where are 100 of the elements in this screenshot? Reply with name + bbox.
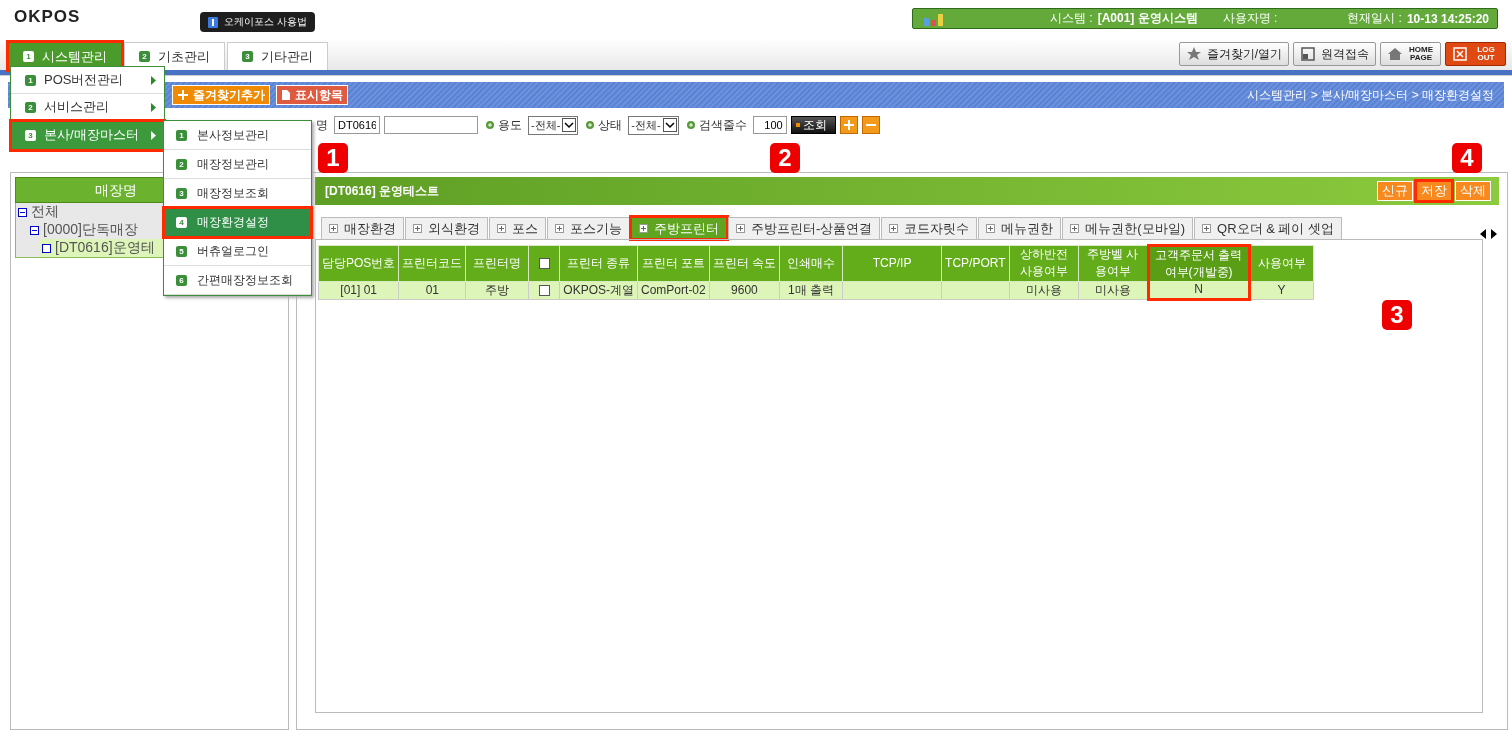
settings-tab[interactable]: QR오더 & 페이 셋업	[1194, 217, 1343, 239]
number-badge: 4	[176, 216, 187, 228]
step-number: 3	[1382, 300, 1412, 330]
field-label: 명	[316, 116, 328, 134]
menu-item[interactable]: 1 본사정보관리	[164, 121, 311, 150]
scroll-left-button[interactable]	[1478, 229, 1488, 239]
step-number: 2	[770, 143, 800, 173]
store-code-field[interactable]: DT0616	[334, 116, 380, 134]
column-header: 고객주문서 출력여부(개발중)	[1148, 245, 1249, 281]
store-name-field[interactable]	[384, 116, 478, 134]
column-header: 프린터 속도	[709, 245, 780, 281]
dropdown[interactable]: -전체-	[528, 115, 579, 135]
column-header: 인쇄매수	[779, 245, 843, 281]
logo: OKPOS	[14, 7, 82, 27]
number-badge: 2	[25, 101, 36, 113]
plus-box-icon	[639, 224, 648, 233]
column-header: TCP/PORT	[941, 245, 1009, 281]
row-checkbox[interactable]	[538, 284, 550, 296]
chevron-down-icon	[562, 118, 577, 132]
settings-tab[interactable]: 주방프린터-상품연결	[728, 217, 881, 239]
number-badge: 1	[176, 129, 187, 141]
number-badge: 3	[242, 51, 253, 62]
bar-chart-icon	[923, 11, 945, 26]
select-all-checkbox[interactable]	[538, 257, 550, 269]
document-icon	[281, 89, 291, 101]
number-badge: 2	[176, 158, 187, 170]
plus-circle-icon	[486, 121, 494, 129]
star-icon	[1185, 46, 1202, 62]
plus-box-icon	[1070, 224, 1080, 233]
display-items-button[interactable]: 표시항목	[276, 85, 348, 105]
menu-item[interactable]: 2 매장정보관리	[164, 150, 311, 179]
plus-box-icon	[413, 224, 422, 233]
caret-left-icon	[1480, 229, 1486, 239]
settings-tab[interactable]: 외식환경	[405, 217, 488, 239]
number-badge: 1	[23, 51, 34, 62]
remove-row-button[interactable]	[861, 116, 880, 134]
system-label: 시스템 :	[1050, 10, 1093, 27]
scroll-right-button[interactable]	[1489, 229, 1499, 239]
user-label: 사용자명 :	[1222, 10, 1278, 27]
dropdown[interactable]: -전체-	[628, 115, 679, 135]
menu-item[interactable]: 6 간편매장정보조회	[164, 266, 311, 295]
datetime-value: 10-13 14:25:20	[1406, 11, 1489, 26]
column-header: 담당POS번호	[318, 245, 399, 281]
breadcrumb: 시스템관리 > 본사/매장마스터 > 매장환경설정	[1247, 86, 1494, 104]
number-badge: 3	[25, 129, 36, 141]
column-header: 상하반전 사용여부	[1009, 245, 1078, 281]
number-badge: 3	[176, 187, 187, 199]
column-header: TCP/IP	[842, 245, 942, 281]
datetime-label: 현재일시 :	[1347, 10, 1402, 27]
home-button[interactable]: HOME PAGE	[1380, 42, 1441, 66]
detail-title: [DT0616] 운영테스트	[325, 182, 440, 200]
number-badge: 5	[176, 245, 187, 257]
chevron-down-icon	[662, 118, 677, 132]
number-badge: 1	[25, 74, 36, 86]
add-row-button[interactable]	[839, 116, 858, 134]
number-badge: 2	[139, 51, 150, 62]
plus-box-icon	[986, 224, 996, 233]
caret-right-icon	[1491, 229, 1497, 239]
step-number: 1	[318, 143, 348, 173]
search-rows-field[interactable]: 100	[752, 116, 787, 134]
plus-circle-icon	[586, 121, 595, 129]
system-value: [A001] 운영시스템	[1097, 10, 1198, 27]
field-label: 상태	[598, 116, 623, 134]
settings-tab[interactable]: 포스	[489, 217, 546, 239]
settings-tab[interactable]: 매장환경	[321, 217, 404, 239]
remote-button[interactable]: 원격접속	[1293, 42, 1376, 66]
plus-icon	[177, 89, 189, 101]
column-header: 프린터 종류	[559, 245, 638, 281]
column-header: 프린터 포트	[637, 245, 710, 281]
house-icon	[1387, 46, 1403, 62]
plus-box-icon	[329, 224, 338, 233]
field-label: 검색줄수	[698, 116, 747, 134]
settings-tab[interactable]: 포스기능	[547, 217, 630, 239]
plus-box-icon	[889, 224, 899, 233]
settings-tab[interactable]: 메뉴권한	[978, 217, 1062, 239]
info-icon	[208, 16, 218, 28]
plus-box-icon	[497, 224, 506, 233]
help-button[interactable]: 오케이포스 사용법	[200, 12, 315, 32]
plus-icon	[843, 120, 854, 130]
settings-tab[interactable]: 메뉴권한(모바일)	[1062, 217, 1193, 239]
settings-tab[interactable]: 코드자릿수	[881, 217, 978, 239]
favorites-button[interactable]: 즐겨찾기/열기	[1178, 42, 1289, 66]
number-badge: 6	[176, 274, 187, 286]
window-icon	[1300, 46, 1316, 62]
search-button[interactable]: 조회	[790, 116, 836, 134]
table-cell: N	[1148, 281, 1249, 299]
column-header: 프린터명	[465, 245, 529, 281]
menu-tab[interactable]: 3 기타관리	[227, 42, 328, 70]
menu-tab[interactable]: 2 기초관리	[124, 42, 225, 70]
menu-item[interactable]: 4 매장환경설정	[164, 208, 311, 237]
menu-item[interactable]: 1 POS버전관리	[11, 67, 164, 94]
plus-box-icon	[555, 224, 564, 233]
step-number: 4	[1452, 143, 1482, 173]
menu-item[interactable]: 3 본사/매장마스터	[11, 121, 164, 150]
plus-box-icon	[1202, 224, 1211, 233]
column-header: 사용여부	[1249, 245, 1313, 281]
menu-item[interactable]: 5 버츄얼로그인	[164, 237, 311, 266]
logout-button[interactable]: LOG OUT	[1445, 42, 1506, 66]
close-icon	[1452, 46, 1468, 62]
plus-box-icon	[736, 224, 745, 233]
